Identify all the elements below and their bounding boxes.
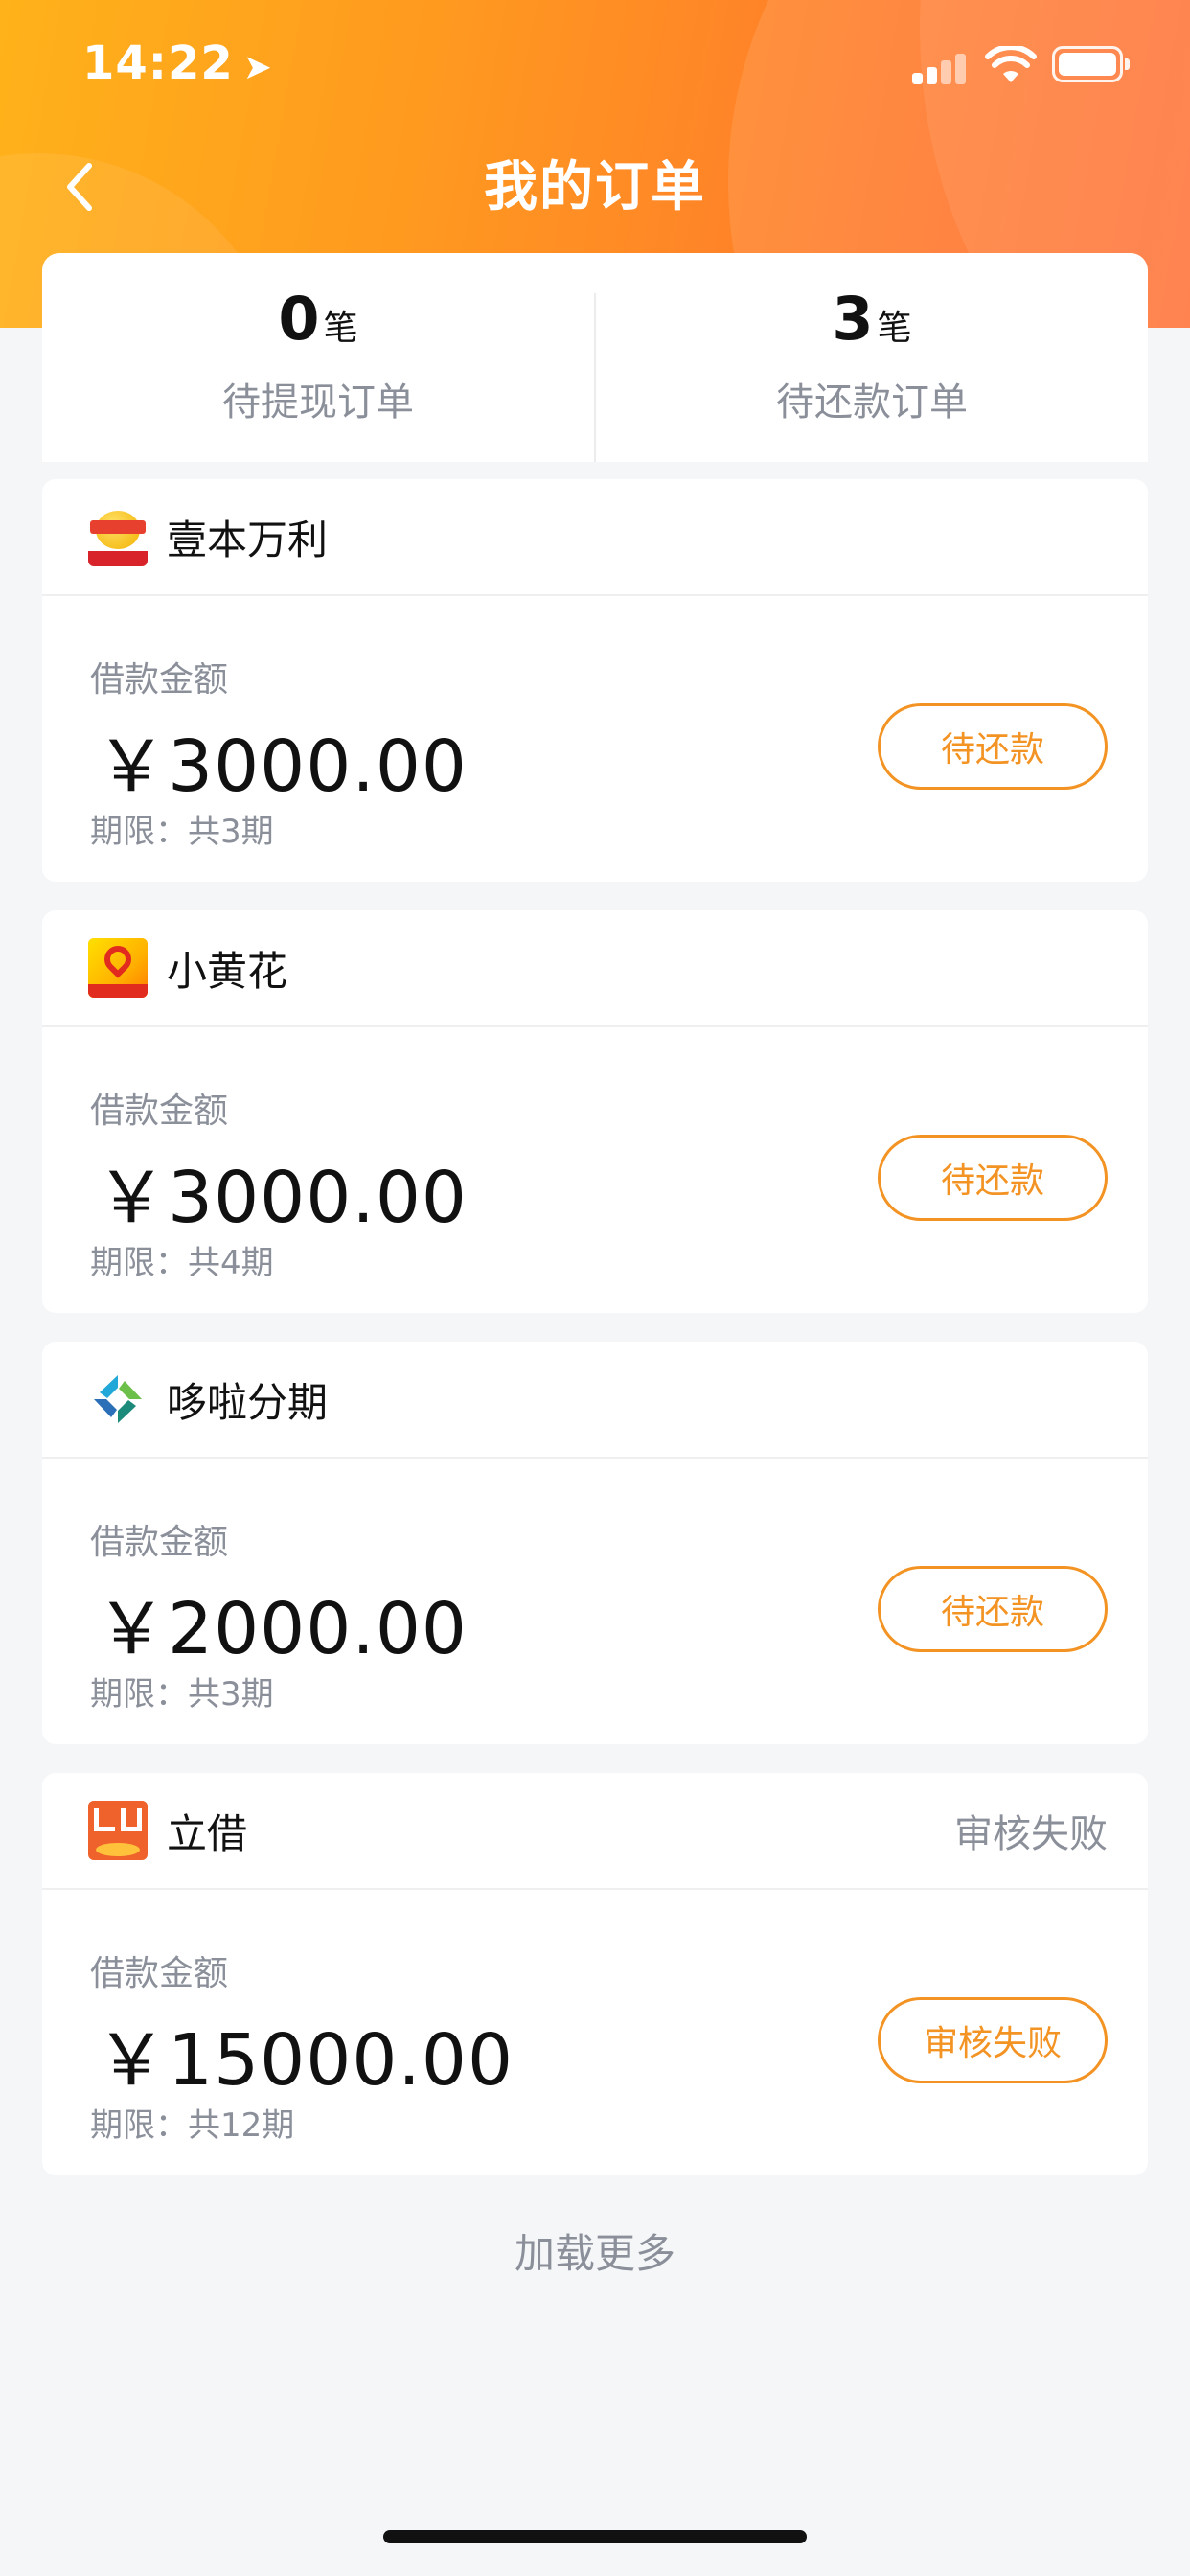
order-card-header: 壹本万利	[42, 479, 1148, 596]
status-time: 14:22 ➤	[82, 36, 273, 90]
duola-logo-icon	[94, 1375, 142, 1423]
pending-repayment-button[interactable]: 待还款	[878, 703, 1108, 790]
home-indicator[interactable]	[383, 2530, 807, 2543]
wifi-icon	[985, 46, 1037, 82]
review-failed-button[interactable]: 审核失败	[878, 1997, 1108, 2083]
order-card-header: 立借 审核失败	[42, 1773, 1148, 1890]
summary-count-unit: 笔	[323, 308, 358, 348]
brand-name: 小黄花	[167, 947, 288, 995]
amount-value: ￥3000.00	[96, 1157, 469, 1239]
order-card-body: 借款金额 ￥3000.00 期限：共4期 待还款	[42, 1027, 1148, 1311]
status-time-text: 14:22	[82, 36, 234, 90]
order-card-body: 借款金额 ￥2000.00 期限：共3期 待还款	[42, 1459, 1148, 1742]
order-card[interactable]: 立借 审核失败 借款金额 ￥15000.00 期限：共12期 审核失败	[42, 1773, 1148, 2175]
order-card-header: 哆啦分期	[42, 1342, 1148, 1459]
battery-icon	[1052, 46, 1130, 82]
order-card-header: 小黄花	[42, 910, 1148, 1027]
status-bar: 14:22 ➤	[0, 0, 1190, 130]
lijie-logo-icon	[88, 1801, 148, 1860]
order-card[interactable]: 哆啦分期 借款金额 ￥2000.00 期限：共3期 待还款	[42, 1342, 1148, 1744]
order-summary-card: 0笔 待提现订单 3笔 待还款订单	[42, 253, 1148, 462]
brand-name: 哆啦分期	[167, 1378, 329, 1426]
term-text: 期限：共4期	[90, 1244, 274, 1282]
summary-label: 待提现订单	[222, 380, 414, 425]
term-text: 期限：共12期	[90, 2106, 295, 2145]
amount-label: 借款金额	[90, 1954, 229, 1993]
pending-repayment-button[interactable]: 待还款	[878, 1566, 1108, 1652]
summary-count-number: 3	[832, 283, 874, 354]
order-card[interactable]: 小黄花 借款金额 ￥3000.00 期限：共4期 待还款	[42, 910, 1148, 1313]
order-card-body: 借款金额 ￥15000.00 期限：共12期 审核失败	[42, 1890, 1148, 2174]
term-text: 期限：共3期	[90, 813, 274, 851]
order-card-body: 借款金额 ￥3000.00 期限：共3期 待还款	[42, 596, 1148, 880]
cellular-signal-icon	[912, 54, 968, 84]
amount-label: 借款金额	[90, 1523, 229, 1562]
pending-repayment-button[interactable]: 待还款	[878, 1135, 1108, 1221]
summary-count-unit: 笔	[877, 308, 912, 348]
summary-label: 待还款订单	[776, 380, 968, 425]
summary-count-number: 0	[278, 283, 320, 354]
brand-name: 立借	[167, 1809, 248, 1857]
amount-value: ￥3000.00	[96, 725, 469, 808]
order-status-text: 审核失败	[954, 1812, 1108, 1856]
summary-count: 0笔	[278, 288, 358, 350]
load-more-button[interactable]: 加载更多	[0, 2221, 1190, 2280]
amount-value: ￥2000.00	[96, 1588, 469, 1670]
page-title: 我的订单	[484, 156, 706, 218]
brand-name: 壹本万利	[167, 516, 329, 564]
amount-value: ￥15000.00	[96, 2019, 515, 2102]
xiaohuanghua-logo-icon	[88, 938, 148, 998]
term-text: 期限：共3期	[90, 1675, 274, 1714]
location-arrow-icon: ➤	[242, 48, 273, 87]
yibenwanli-logo-icon	[88, 507, 148, 566]
summary-pending-repayment[interactable]: 3笔 待还款订单	[596, 253, 1148, 462]
amount-label: 借款金额	[90, 660, 229, 700]
summary-pending-withdrawal[interactable]: 0笔 待提现订单	[42, 253, 594, 462]
summary-count: 3笔	[832, 288, 912, 350]
amount-label: 借款金额	[90, 1092, 229, 1131]
order-card[interactable]: 壹本万利 借款金额 ￥3000.00 期限：共3期 待还款	[42, 479, 1148, 882]
my-orders-screen: 14:22 ➤ 我的订单 0笔 待提现订单 3 笔 待还款订单 壹本万利 借款金…	[0, 0, 1190, 2576]
